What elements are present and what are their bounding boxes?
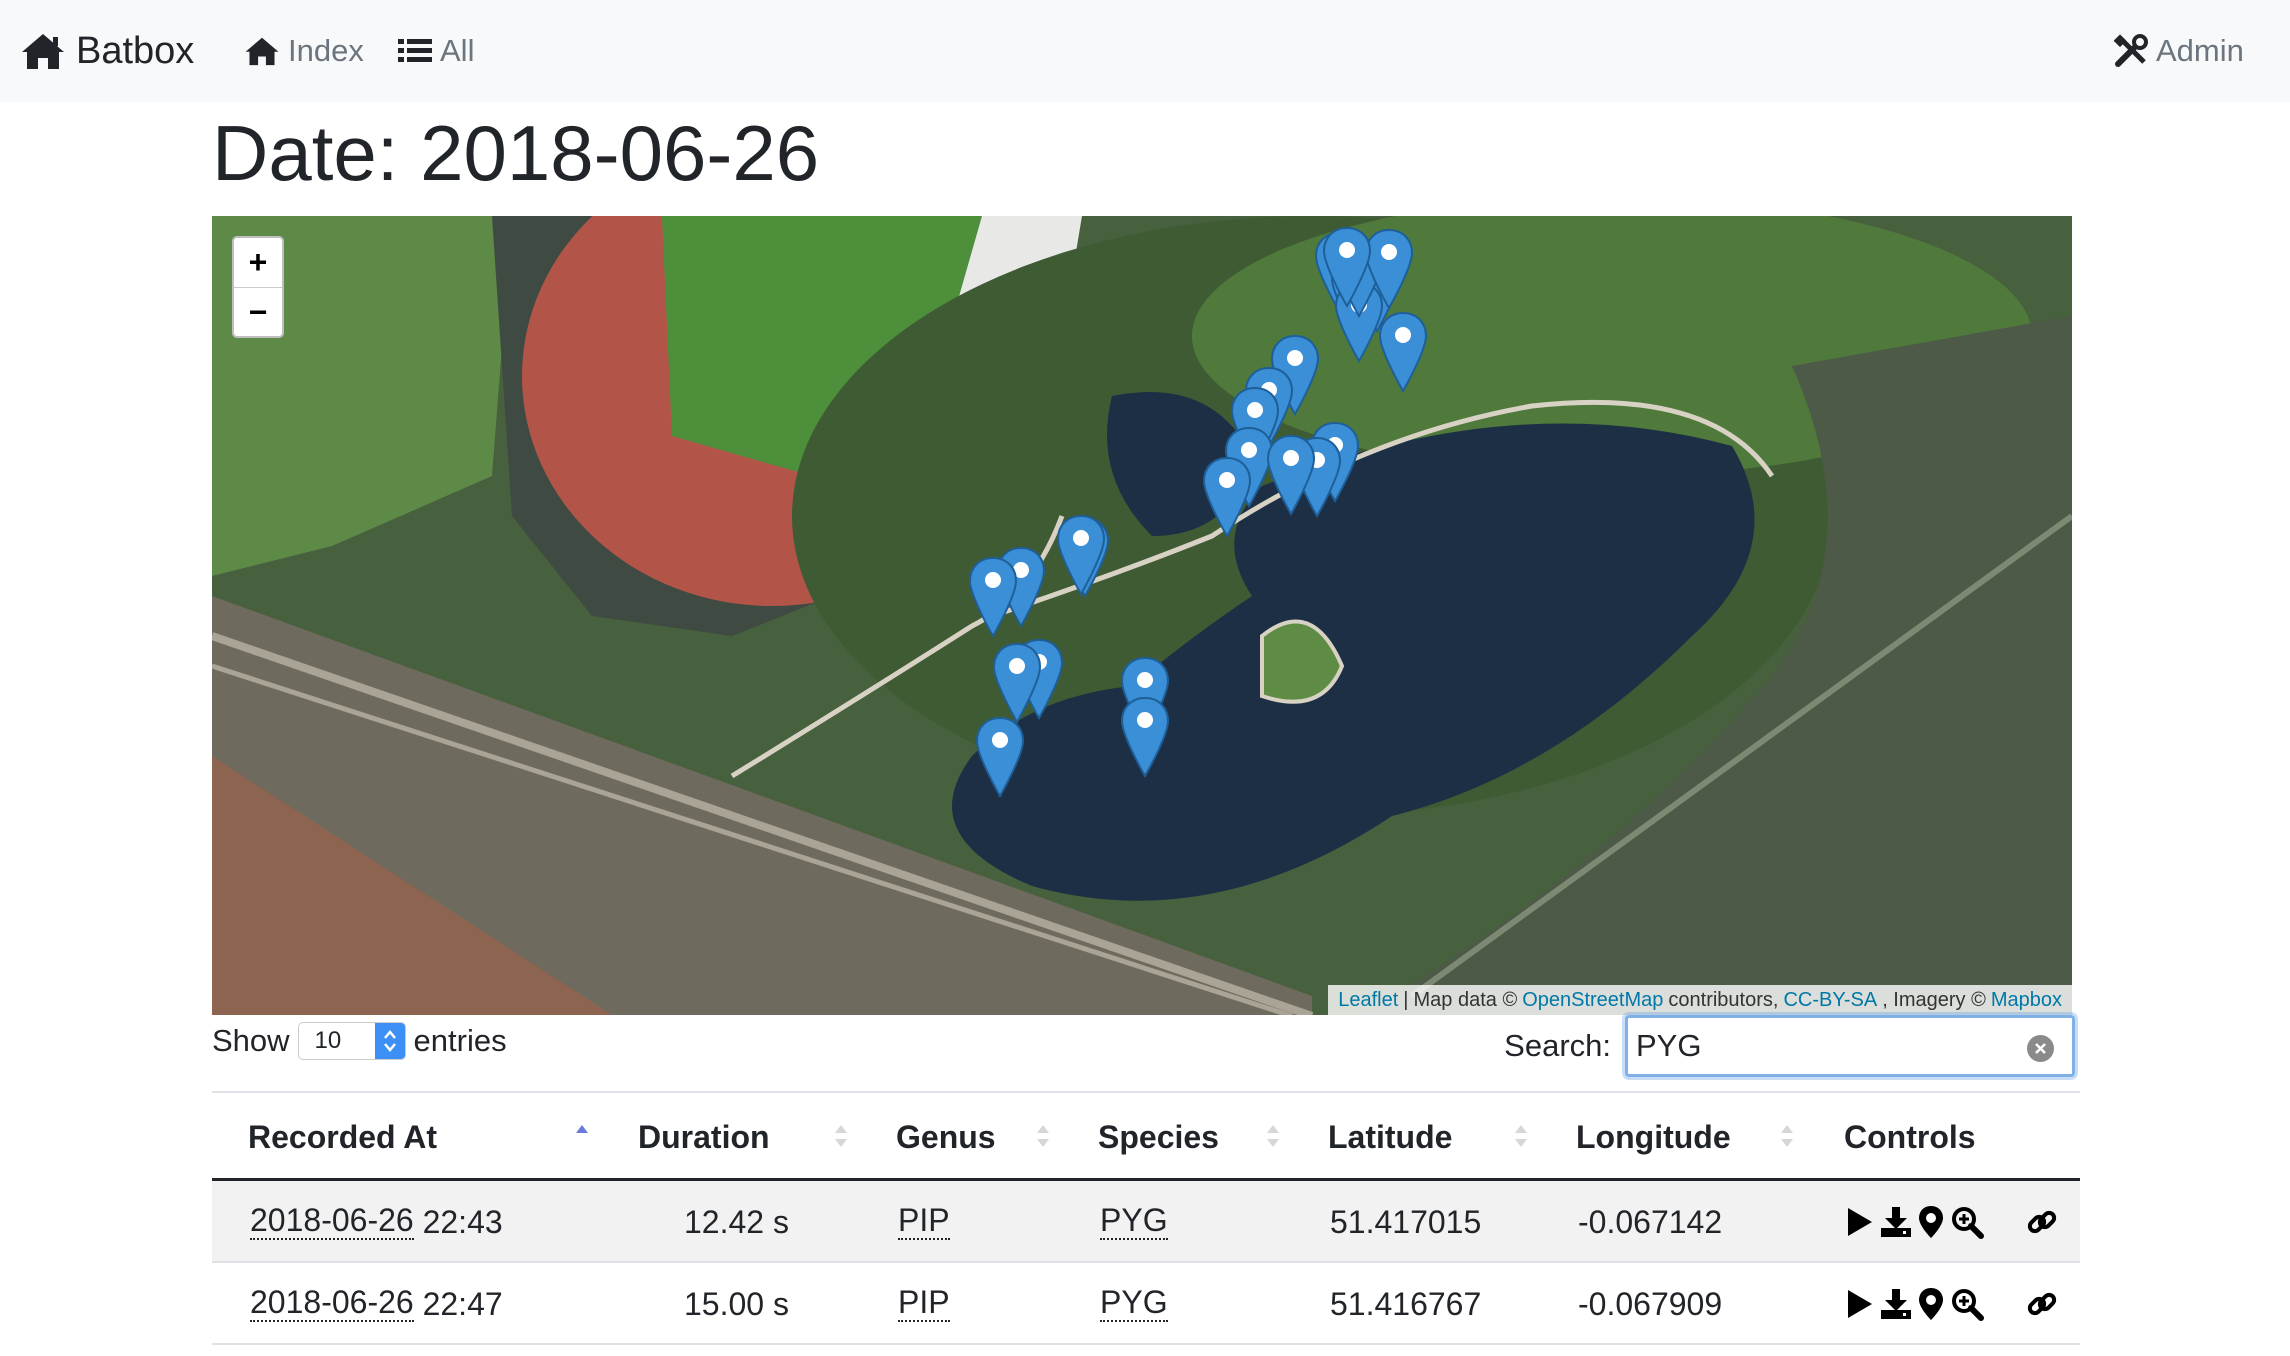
column-header-species[interactable]: Species (1098, 1093, 1219, 1181)
genus-abbr[interactable]: PIP (898, 1204, 950, 1240)
map-marker-icon[interactable] (1266, 434, 1316, 517)
search-control: Search: PYG (1504, 1012, 2075, 1080)
sort-icon (1781, 1125, 1793, 1147)
page-length-value: 10 (314, 1027, 342, 1054)
page-title: Date: 2018-06-26 (212, 109, 820, 197)
recorded-time: 22:43 (422, 1203, 503, 1240)
home-icon (20, 31, 66, 71)
mapbox-link[interactable]: Mapbox (1991, 989, 2062, 1012)
nav-index-label: Index (288, 33, 364, 68)
longitude-cell: -0.067909 (1578, 1285, 1723, 1322)
species-cell: PYG (1100, 1181, 1168, 1263)
latitude-cell: 51.417015 (1330, 1203, 1482, 1240)
link-icon[interactable] (2026, 1288, 2058, 1320)
page-length-control: Show 10 entries (212, 1018, 507, 1064)
map-marker-icon[interactable] (1202, 456, 1252, 539)
attribution-separator: | (1403, 988, 1409, 1011)
download-icon[interactable] (1880, 1288, 1912, 1320)
show-label: Show (212, 1023, 290, 1058)
map-data-label: Map data © (1413, 988, 1518, 1011)
leaflet-link[interactable]: Leaflet (1338, 989, 1398, 1012)
search-value: PYG (1636, 1028, 1702, 1063)
nav-all-label: All (440, 33, 475, 68)
osm-link[interactable]: OpenStreetMap (1522, 989, 1663, 1012)
sort-icon (835, 1125, 847, 1147)
species-cell: PYG (1100, 1263, 1168, 1345)
list-icon (398, 37, 432, 65)
map-marker-icon[interactable] (1322, 226, 1372, 309)
column-header-duration[interactable]: Duration (638, 1093, 770, 1181)
latitude-cell: 51.416767 (1330, 1285, 1482, 1322)
chevron-updown-icon (374, 1023, 405, 1059)
zoom-icon[interactable] (1950, 1205, 1984, 1239)
brand-label: Batbox (76, 29, 195, 72)
contributors-label: contributors, (1668, 988, 1779, 1011)
navbar: Batbox Index All Admin (0, 0, 2290, 102)
duration-cell: 12.42 s (684, 1203, 789, 1240)
map-marker-icon[interactable] (975, 716, 1025, 799)
map-view[interactable]: + − Leaflet | Map data © OpenStreetMap c… (212, 216, 2072, 1015)
imagery-label: , Imagery © (1882, 988, 1986, 1011)
controls-cell (1844, 1263, 2058, 1345)
nav-admin-link[interactable]: Admin (2114, 0, 2244, 102)
nav-index-link[interactable]: Index (244, 0, 364, 102)
page-length-select[interactable]: 10 (297, 1022, 406, 1060)
recorded-time: 22:47 (422, 1285, 503, 1322)
zoom-control: + − (232, 236, 284, 338)
map-marker-icon[interactable] (1056, 514, 1106, 597)
genus-cell: PIP (898, 1181, 950, 1263)
species-abbr[interactable]: PYG (1100, 1204, 1168, 1240)
species-abbr[interactable]: PYG (1100, 1286, 1168, 1322)
home-icon (244, 35, 280, 67)
brand-link[interactable]: Batbox (20, 0, 194, 102)
recorded-at-cell: 2018-06-26 22:43 (250, 1181, 503, 1263)
sort-ascending-icon (576, 1125, 588, 1133)
nav-all-link[interactable]: All (398, 0, 474, 102)
search-input[interactable]: PYG (1625, 1015, 2075, 1077)
clear-search-icon[interactable] (2027, 1035, 2054, 1062)
map-marker-icon[interactable] (1918, 1287, 1944, 1321)
zoom-out-button[interactable]: − (234, 287, 282, 336)
genus-abbr[interactable]: PIP (898, 1286, 950, 1322)
search-label: Search: (1504, 1028, 1611, 1063)
play-icon[interactable] (1844, 1206, 1874, 1238)
longitude-cell: -0.067142 (1578, 1203, 1723, 1240)
tools-icon (2114, 34, 2148, 68)
table-row: 2018-06-26 22:43 12.42 s PIP PYG 51.4170… (212, 1181, 2080, 1263)
column-header-latitude[interactable]: Latitude (1328, 1093, 1452, 1181)
recorded-at-cell: 2018-06-26 22:47 (250, 1263, 503, 1345)
table-header: Recorded At Duration Genus Species Latit… (212, 1093, 2080, 1181)
satellite-imagery (212, 216, 2072, 1015)
nav-admin-label: Admin (2156, 33, 2244, 68)
map-marker-icon[interactable] (992, 642, 1042, 725)
map-marker-icon[interactable] (1918, 1205, 1944, 1239)
column-header-longitude[interactable]: Longitude (1576, 1093, 1731, 1181)
map-marker-icon[interactable] (1378, 311, 1428, 394)
zoom-in-button[interactable]: + (234, 238, 282, 287)
column-header-genus[interactable]: Genus (896, 1093, 996, 1181)
sort-icon (1037, 1125, 1049, 1147)
sort-icon (1515, 1125, 1527, 1147)
play-icon[interactable] (1844, 1288, 1874, 1320)
controls-cell (1844, 1181, 2058, 1263)
entries-label: entries (413, 1023, 507, 1058)
download-icon[interactable] (1880, 1206, 1912, 1238)
table-row: 2018-06-26 22:47 15.00 s PIP PYG 51.4167… (212, 1263, 2080, 1345)
column-header-controls: Controls (1844, 1118, 1976, 1155)
map-attribution: Leaflet | Map data © OpenStreetMap contr… (1328, 985, 2072, 1015)
link-icon[interactable] (2026, 1206, 2058, 1238)
column-header-recorded-at[interactable]: Recorded At (248, 1093, 437, 1181)
genus-cell: PIP (898, 1263, 950, 1345)
zoom-icon[interactable] (1950, 1287, 1984, 1321)
map-marker-icon[interactable] (968, 556, 1018, 639)
recorded-date-link[interactable]: 2018-06-26 (250, 1204, 414, 1240)
duration-cell: 15.00 s (684, 1285, 789, 1322)
recorded-date-link[interactable]: 2018-06-26 (250, 1286, 414, 1322)
license-link[interactable]: CC-BY-SA (1783, 989, 1877, 1012)
map-marker-icon[interactable] (1120, 696, 1170, 779)
sort-icon (1267, 1125, 1279, 1147)
